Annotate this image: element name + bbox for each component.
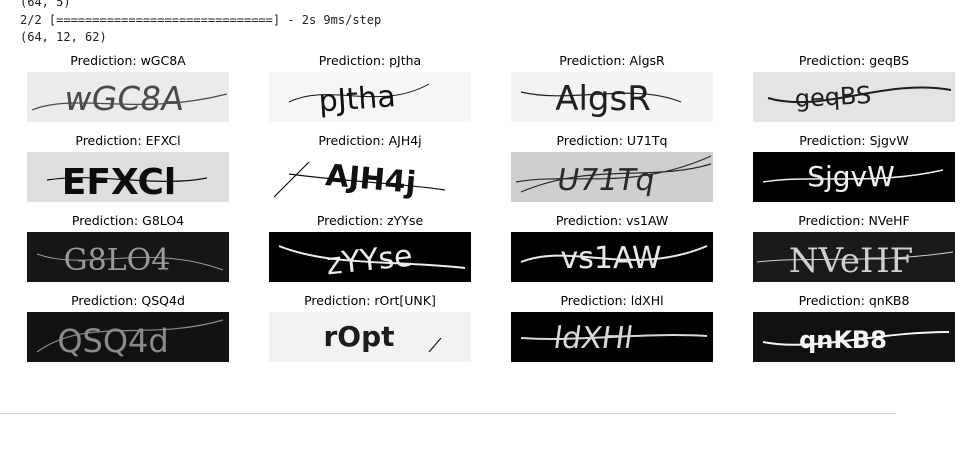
captcha-image: qnKB8 [753, 312, 955, 362]
prediction-cell: Prediction: U71Tq U71Tq [511, 132, 713, 212]
prediction-caption: Prediction: SjgvW [799, 133, 909, 148]
prediction-cell: Prediction: ldXHl ldXHl [511, 292, 713, 372]
captcha-text: NVeHF [789, 241, 914, 281]
prediction-cell: Prediction: vs1AW vs1AW [511, 212, 713, 292]
prediction-caption: Prediction: vs1AW [555, 213, 669, 228]
captcha-text: pJtha [317, 79, 396, 119]
captcha-image: G8LO4 [27, 232, 229, 282]
captcha-text: EFXCl [62, 162, 176, 202]
output-line-progress: 2/2 [==============================] - 2… [20, 12, 382, 27]
captcha-image: SjgvW [753, 152, 955, 202]
prediction-caption: Prediction: zYYse [316, 213, 424, 228]
prediction-cell: Prediction: pJtha pJtha [269, 52, 471, 132]
captcha-text: SjgvW [807, 160, 895, 193]
output-line-shape: (64, 5) [20, 0, 71, 9]
prediction-caption: Prediction: AJH4j [318, 133, 422, 148]
prediction-caption: Prediction: EFXCl [75, 133, 181, 148]
output-divider [0, 413, 896, 414]
prediction-cell: Prediction: AlgsR AlgsR [511, 52, 713, 132]
captcha-text: AlgsR [555, 79, 651, 119]
prediction-cell: Prediction: geqBS geqBS [753, 52, 955, 132]
prediction-caption: Prediction: qnKB8 [798, 293, 910, 308]
captcha-image: rOpt [269, 312, 471, 362]
prediction-caption: Prediction: pJtha [318, 53, 422, 68]
prediction-caption: Prediction: QSQ4d [71, 293, 185, 308]
prediction-caption: Prediction: AlgsR [559, 53, 665, 68]
prediction-caption: Prediction: ldXHl [560, 293, 664, 308]
prediction-caption: Prediction: rOrt[UNK] [304, 293, 436, 308]
captcha-text: U71Tq [554, 163, 658, 198]
prediction-cell: Prediction: qnKB8 qnKB8 [753, 292, 955, 372]
captcha-text: vs1AW [560, 241, 661, 276]
prediction-cell: Prediction: QSQ4d QSQ4d [27, 292, 229, 372]
captcha-image: ldXHl [511, 312, 713, 362]
captcha-text: ldXHl [551, 321, 635, 356]
captcha-image: NVeHF [753, 232, 955, 282]
captcha-image: AlgsR [511, 72, 713, 122]
captcha-image: zYYse [269, 232, 471, 282]
captcha-text: G8LO4 [64, 243, 171, 278]
prediction-cell: Prediction: wGC8A wGC8A [27, 52, 229, 132]
captcha-image: pJtha [269, 72, 471, 122]
prediction-grid: Prediction: wGC8A wGC8A Prediction: pJtha… [27, 52, 955, 372]
output-line-shape: (64, 12, 62) [20, 30, 107, 44]
captcha-image: EFXCl [27, 152, 229, 202]
prediction-caption: Prediction: U71Tq [556, 133, 668, 148]
captcha-image: U71Tq [511, 152, 713, 202]
captcha-text: QSQ4d [57, 322, 168, 360]
prediction-caption: Prediction: geqBS [798, 53, 910, 68]
captcha-text: wGC8A [62, 79, 187, 118]
prediction-cell: Prediction: NVeHF NVeHF [753, 212, 955, 292]
cell-output-log: (64, 5) 2/2 [============================… [20, 0, 381, 47]
captcha-image: AJH4j [269, 152, 471, 202]
prediction-cell: Prediction: G8LO4 G8LO4 [27, 212, 229, 292]
captcha-text: geqBS [794, 81, 872, 113]
prediction-caption: Prediction: NVeHF [798, 213, 910, 228]
captcha-text: qnKB8 [799, 326, 887, 354]
prediction-cell: Prediction: rOrt[UNK] rOpt [269, 292, 471, 372]
captcha-text: rOpt [323, 320, 394, 353]
prediction-caption: Prediction: wGC8A [70, 53, 186, 68]
captcha-image: geqBS [753, 72, 955, 122]
prediction-caption: Prediction: G8LO4 [71, 213, 185, 228]
captcha-image: QSQ4d [27, 312, 229, 362]
captcha-image: vs1AW [511, 232, 713, 282]
prediction-cell: Prediction: AJH4j AJH4j [269, 132, 471, 212]
prediction-cell: Prediction: zYYse zYYse [269, 212, 471, 292]
prediction-cell: Prediction: EFXCl EFXCl [27, 132, 229, 212]
captcha-image: wGC8A [27, 72, 229, 122]
prediction-cell: Prediction: SjgvW SjgvW [753, 132, 955, 212]
